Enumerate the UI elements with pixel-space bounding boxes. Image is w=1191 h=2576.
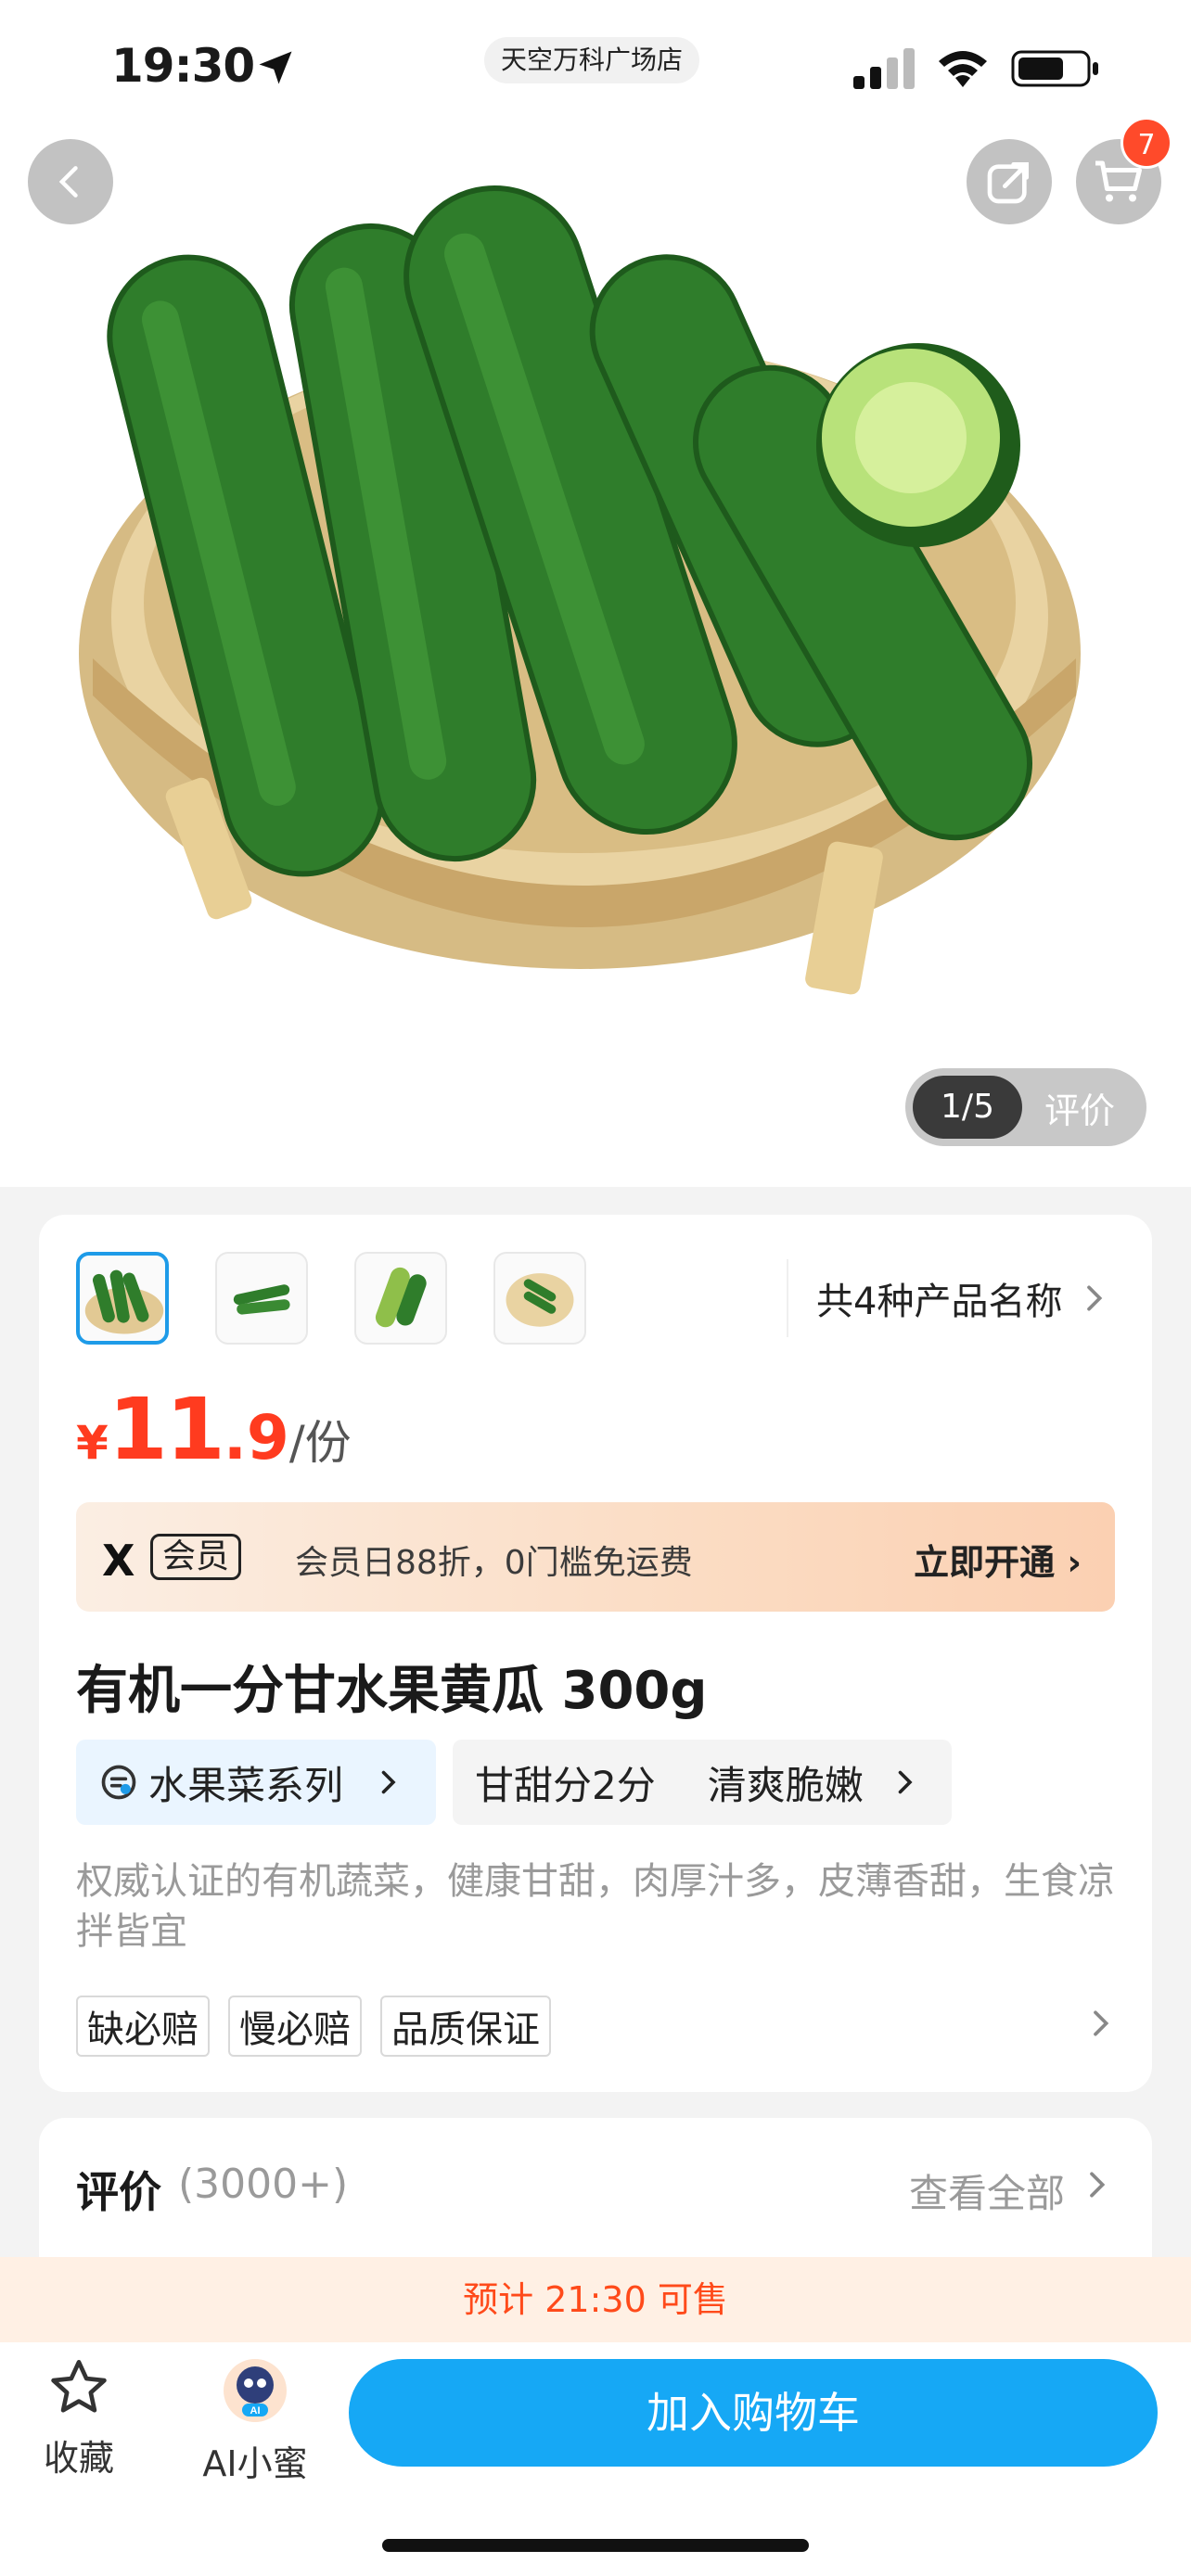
price-currency: ¥ [76, 1416, 109, 1470]
ai-assistant-button[interactable]: AI AI小蜜 [195, 2355, 315, 2486]
gallery-indicator[interactable]: 1/5 评价 [905, 1068, 1146, 1146]
variant-thumbnail[interactable] [493, 1252, 586, 1345]
chevron-right-icon [381, 1770, 396, 1794]
chevron-right-icon [1087, 1285, 1103, 1311]
chevron-right-icon[interactable] [1082, 2005, 1119, 2042]
chevron-right-icon [898, 1770, 913, 1794]
store-location[interactable]: 天空万科广场店 [484, 37, 700, 83]
favorite-label: 收藏 [43, 2438, 114, 2479]
variant-selector[interactable]: 共4种产品名称 [787, 1259, 1152, 1337]
view-all-reviews-link[interactable]: 查看全部 [909, 2162, 1065, 2219]
back-button[interactable] [28, 139, 113, 224]
share-icon [987, 162, 1029, 204]
member-tag: 会员 [150, 1534, 242, 1580]
variant-thumbnail[interactable] [354, 1252, 447, 1345]
home-indicator[interactable] [382, 2539, 809, 2552]
location-arrow-icon [259, 51, 292, 84]
product-image[interactable] [56, 139, 1132, 1048]
reviews-title: 评价 [76, 2167, 161, 2217]
star-icon [51, 2359, 107, 2413]
cucumber-thumbnail-image [233, 1284, 290, 1315]
price-unit: /份 [288, 1416, 352, 1470]
variant-thumbnail[interactable] [215, 1252, 308, 1345]
price-decimal: .9 [223, 1402, 289, 1473]
ai-mascot-icon: AI [224, 2359, 287, 2422]
share-button[interactable] [967, 139, 1052, 224]
availability-notice: 预计 21:30 可售 [0, 2257, 1191, 2342]
service-badge: 缺必赔 [76, 1996, 210, 2057]
battery-icon [1011, 50, 1098, 87]
reviews-count: (3000+) [178, 2161, 349, 2208]
member-activate-link[interactable]: 立即开通 › [914, 1534, 1082, 1585]
chevron-left-icon [58, 166, 78, 198]
service-badge: 品质保证 [380, 1996, 551, 2057]
price-integer: 11 [108, 1380, 225, 1479]
favorite-button[interactable]: 收藏 [37, 2355, 121, 2480]
add-to-cart-button[interactable]: 加入购物车 [349, 2359, 1158, 2467]
cart-count-badge: 7 [1121, 117, 1172, 169]
variant-summary: 共4种产品名称 [816, 1281, 1063, 1323]
product-title: 有机一分甘水果黄瓜 300g [76, 1661, 708, 1721]
product-description: 权威认证的有机蔬菜，健康甘甜，肉厚汁多，皮薄香甜，生食凉拌皆宜 [76, 1860, 1115, 1953]
member-activate-label: 立即开通 [914, 1542, 1056, 1583]
gallery-review-tab[interactable]: 评价 [1044, 1082, 1115, 1133]
chevron-right-icon [1090, 2172, 1106, 2198]
status-time: 19:30 [111, 39, 255, 93]
member-logo: X [102, 1536, 135, 1586]
service-badges[interactable]: 缺必赔 慢必赔 品质保证 [76, 1996, 570, 2057]
ai-assistant-label: AI小蜜 [202, 2443, 308, 2484]
cucumber-thumbnail-image [84, 1269, 164, 1334]
variant-thumbnail[interactable] [76, 1252, 169, 1345]
cucumber-thumbnail-image [506, 1273, 574, 1327]
member-promo-banner[interactable]: X 会员 会员日88折，0门槛免运费 立即开通 › [76, 1502, 1115, 1612]
ai-badge-text: AI [250, 2405, 261, 2417]
series-tag-label: 水果菜系列 [148, 1762, 344, 1808]
taste-tag: 清爽脆嫩 [707, 1762, 864, 1808]
price: ¥11.9/份 [76, 1380, 352, 1479]
product-info-card: 共4种产品名称 ¥11.9/份 X 会员 会员日88折，0门槛免运费 立即开通 … [39, 1215, 1152, 2092]
taste-tags[interactable]: 甘甜分2分 清爽脆嫩 [453, 1740, 952, 1825]
search-series-icon [101, 1765, 136, 1800]
wifi-icon [939, 51, 987, 87]
gallery-index: 1/5 [913, 1076, 1022, 1139]
cucumber-thumbnail-image [375, 1267, 427, 1328]
product-gallery[interactable]: 19:30 天空万科广场店 7 1/5 评价 [0, 0, 1191, 1187]
member-promo-text: 会员日88折，0门槛免运费 [295, 1544, 693, 1582]
service-badge: 慢必赔 [228, 1996, 362, 2057]
cellular-signal-icon [853, 48, 915, 89]
taste-tag: 甘甜分2分 [475, 1762, 656, 1808]
series-tag[interactable]: 水果菜系列 [76, 1740, 436, 1825]
